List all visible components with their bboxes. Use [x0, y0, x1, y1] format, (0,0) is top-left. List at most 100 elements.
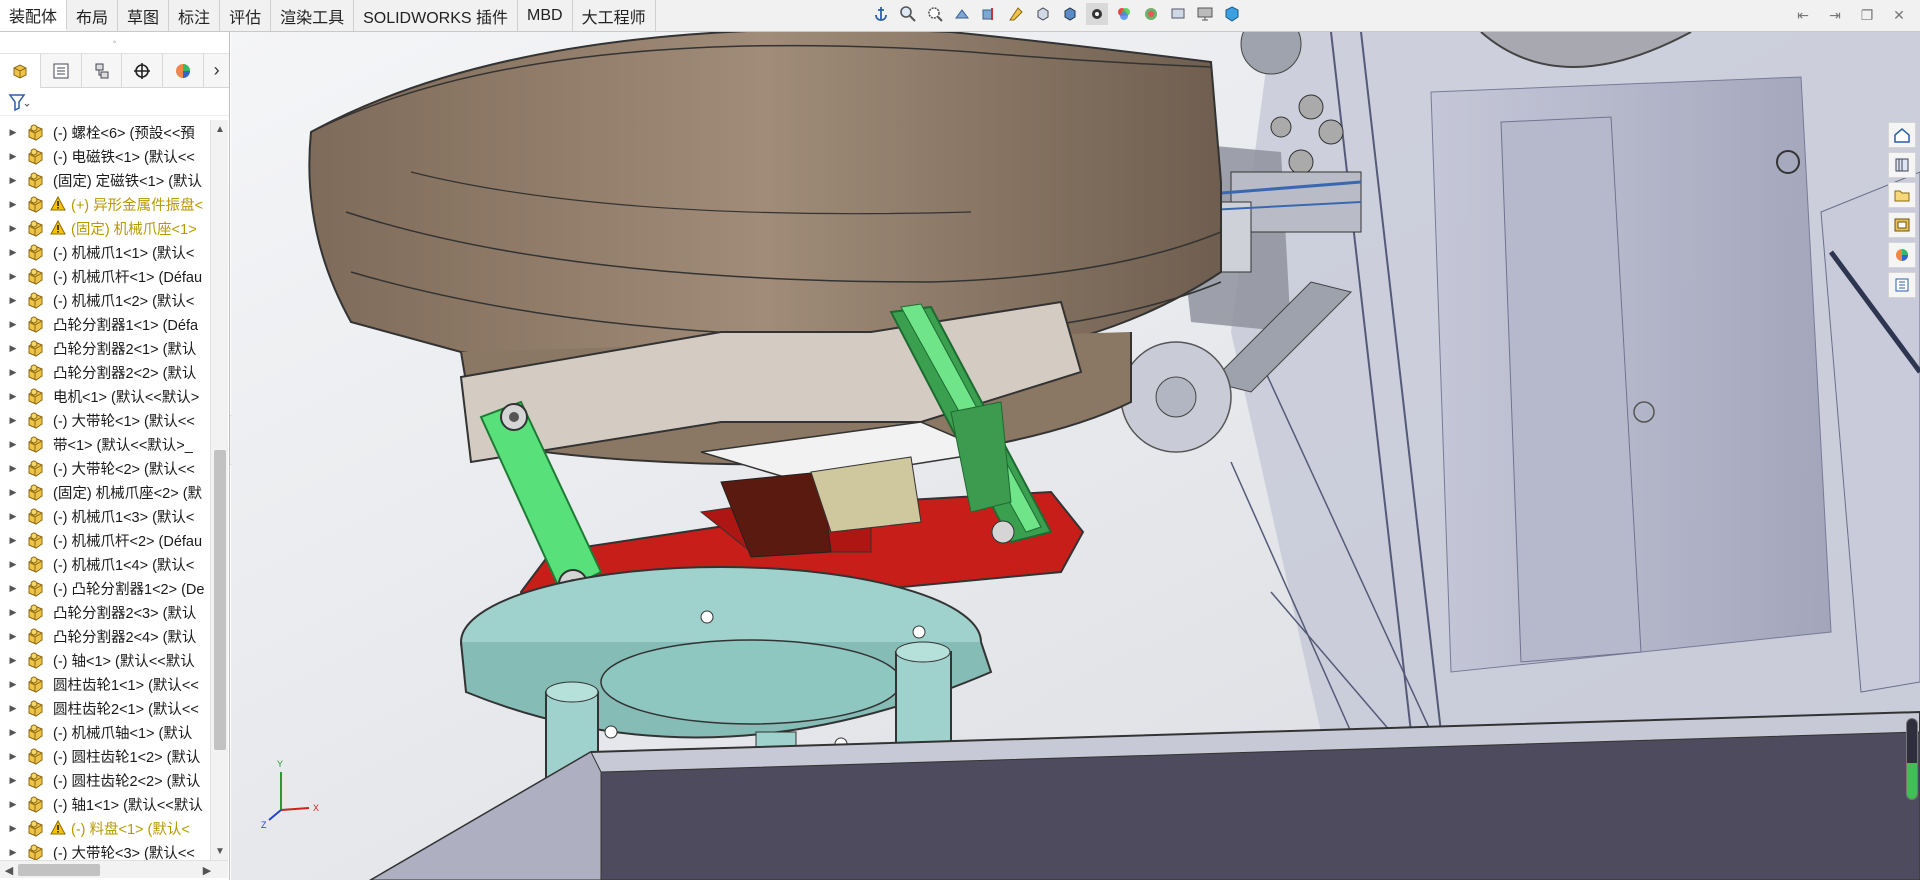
- tab-markup[interactable]: 标注: [169, 0, 221, 31]
- expand-arrow-icon[interactable]: ▶: [7, 439, 19, 450]
- tab-sketch[interactable]: 草图: [118, 0, 170, 31]
- configurationmanager-tab[interactable]: [82, 53, 123, 88]
- previous-view-icon[interactable]: [951, 3, 973, 25]
- custom-properties-icon[interactable]: [1888, 272, 1916, 298]
- tree-item[interactable]: ▶ 带<1> (默认<<默认>_: [0, 432, 210, 456]
- expand-arrow-icon[interactable]: ▶: [7, 751, 19, 762]
- tree-item[interactable]: ▶ (-) 大带轮<3> (默认<<: [0, 840, 210, 860]
- expand-arrow-icon[interactable]: ▶: [7, 319, 19, 330]
- tree-item[interactable]: ▶ 凸轮分割器2<1> (默认: [0, 336, 210, 360]
- cube-icon[interactable]: [1221, 3, 1243, 25]
- file-explorer-icon[interactable]: [1888, 182, 1916, 208]
- apply-scene-icon[interactable]: [1140, 3, 1162, 25]
- tree-item[interactable]: ▶ 电机<1> (默认<<默认>: [0, 384, 210, 408]
- expand-arrow-icon[interactable]: ▶: [7, 271, 19, 282]
- expand-arrow-icon[interactable]: ▶: [7, 823, 19, 834]
- scroll-right-icon[interactable]: ▶: [198, 861, 216, 879]
- restore-icon[interactable]: ❐: [1856, 5, 1878, 25]
- zoom-fit-icon[interactable]: [897, 3, 919, 25]
- tree-item[interactable]: ▶ (-) 机械爪1<4> (默认<: [0, 552, 210, 576]
- expand-arrow-icon[interactable]: ▶: [7, 559, 19, 570]
- propertymanager-tab[interactable]: [41, 53, 82, 88]
- design-library-icon[interactable]: [1888, 152, 1916, 178]
- tree-item[interactable]: ▶ (-) 圆柱齿轮2<2> (默认: [0, 768, 210, 792]
- scroll-up-icon[interactable]: ▲: [211, 120, 229, 138]
- tree-item[interactable]: ▶ (-) 轴<1> (默认<<默认: [0, 648, 210, 672]
- tree-item[interactable]: ▶ (-) 料盘<1> (默认<: [0, 816, 210, 840]
- expand-arrow-icon[interactable]: ▶: [7, 367, 19, 378]
- tree-item[interactable]: ▶ (固定) 机械爪座<2> (默: [0, 480, 210, 504]
- expand-arrow-icon[interactable]: ▶: [7, 127, 19, 138]
- tree-item[interactable]: ▶ 圆柱齿轮2<1> (默认<<: [0, 696, 210, 720]
- expand-arrow-icon[interactable]: ▶: [7, 775, 19, 786]
- expand-arrow-icon[interactable]: ▶: [7, 607, 19, 618]
- tab-engineer[interactable]: 大工程师: [573, 0, 656, 31]
- tree-item[interactable]: ▶ (-) 机械爪1<3> (默认<: [0, 504, 210, 528]
- tab-mbd[interactable]: MBD: [518, 0, 573, 31]
- tree-item[interactable]: ▶ (固定) 机械爪座<1>: [0, 216, 210, 240]
- dynamic-annotation-icon[interactable]: [1005, 3, 1027, 25]
- close-icon[interactable]: ✕: [1888, 5, 1910, 25]
- expand-arrow-icon[interactable]: ▶: [7, 631, 19, 642]
- expand-arrow-icon[interactable]: ▶: [7, 295, 19, 306]
- expand-arrow-icon[interactable]: ▶: [7, 847, 19, 858]
- tree-item[interactable]: ▶ (-) 机械爪1<1> (默认<: [0, 240, 210, 264]
- view-orientation-icon[interactable]: [1032, 3, 1054, 25]
- expand-arrow-icon[interactable]: ▶: [7, 511, 19, 522]
- scroll-thumb[interactable]: [214, 450, 226, 750]
- tree-item[interactable]: ▶ (-) 机械爪轴<1> (默认: [0, 720, 210, 744]
- tree-item[interactable]: ▶ 凸轮分割器1<1> (Défa: [0, 312, 210, 336]
- tab-evaluate[interactable]: 评估: [220, 0, 272, 31]
- expand-arrow-icon[interactable]: ▶: [7, 343, 19, 354]
- tree-item[interactable]: ▶ 凸轮分割器2<3> (默认: [0, 600, 210, 624]
- displaymanager-tab[interactable]: [163, 53, 205, 88]
- panel-grip[interactable]: ◦: [0, 32, 229, 54]
- dimxpert-tab[interactable]: [122, 53, 164, 88]
- collapse-icon[interactable]: ⇤: [1792, 5, 1814, 25]
- expand-arrow-icon[interactable]: ▶: [7, 175, 19, 186]
- tab-layout[interactable]: 布局: [67, 0, 119, 31]
- expand-arrow-icon[interactable]: ▶: [7, 655, 19, 666]
- expand-arrow-icon[interactable]: ▶: [7, 583, 19, 594]
- view-palette-icon[interactable]: [1888, 212, 1916, 238]
- zoom-level-indicator[interactable]: [1906, 718, 1918, 800]
- expand-icon[interactable]: ⇥: [1824, 5, 1846, 25]
- zoom-area-icon[interactable]: [924, 3, 946, 25]
- tree-filter[interactable]: [0, 88, 229, 116]
- home-icon[interactable]: [1888, 122, 1916, 148]
- tree-item[interactable]: ▶ (固定) 定磁铁<1> (默认: [0, 168, 210, 192]
- featuremanager-tab[interactable]: [0, 53, 41, 88]
- tab-assembly[interactable]: 装配体: [0, 0, 68, 31]
- tree-item[interactable]: ▶ (-) 凸轮分割器1<2> (De: [0, 576, 210, 600]
- view-settings-icon[interactable]: [1167, 3, 1189, 25]
- anchor-icon[interactable]: [870, 3, 892, 25]
- tree-item[interactable]: ▶ (-) 圆柱齿轮1<2> (默认: [0, 744, 210, 768]
- expand-arrow-icon[interactable]: ▶: [7, 151, 19, 162]
- expand-arrow-icon[interactable]: ▶: [7, 415, 19, 426]
- expand-arrow-icon[interactable]: ▶: [7, 535, 19, 546]
- tab-render-tools[interactable]: 渲染工具: [271, 0, 355, 31]
- expand-arrow-icon[interactable]: ▶: [7, 727, 19, 738]
- tree-vertical-scrollbar[interactable]: ▲ ▼: [210, 120, 228, 860]
- section-view-icon[interactable]: [978, 3, 1000, 25]
- tree-item[interactable]: ▶ 凸轮分割器2<4> (默认: [0, 624, 210, 648]
- tree-item[interactable]: ▶ 圆柱齿轮1<1> (默认<<: [0, 672, 210, 696]
- display-style-icon[interactable]: [1059, 3, 1081, 25]
- scroll-down-icon[interactable]: ▼: [211, 842, 229, 860]
- scroll-left-icon[interactable]: ◀: [0, 861, 18, 879]
- filter-icon[interactable]: [8, 93, 30, 111]
- tree-item[interactable]: ▶ (-) 机械爪1<2> (默认<: [0, 288, 210, 312]
- expand-arrow-icon[interactable]: ▶: [7, 487, 19, 498]
- tree-item[interactable]: ▶ (-) 轴1<1> (默认<<默认: [0, 792, 210, 816]
- tree-item[interactable]: ▶ (-) 机械爪杆<2> (Défau: [0, 528, 210, 552]
- expand-arrow-icon[interactable]: ▶: [7, 463, 19, 474]
- expand-arrow-icon[interactable]: ▶: [7, 199, 19, 210]
- tree-item[interactable]: ▶ (-) 螺栓<6> (预設<<預: [0, 120, 210, 144]
- hscroll-thumb[interactable]: [18, 864, 100, 876]
- expand-arrow-icon[interactable]: ▶: [7, 223, 19, 234]
- tree-item[interactable]: ▶ (-) 大带轮<1> (默认<<: [0, 408, 210, 432]
- expand-arrow-icon[interactable]: ▶: [7, 391, 19, 402]
- tree-item[interactable]: ▶ (-) 大带轮<2> (默认<<: [0, 456, 210, 480]
- hide-show-icon[interactable]: [1086, 3, 1108, 25]
- tab-solidworks-addins[interactable]: SOLIDWORKS 插件: [354, 0, 519, 31]
